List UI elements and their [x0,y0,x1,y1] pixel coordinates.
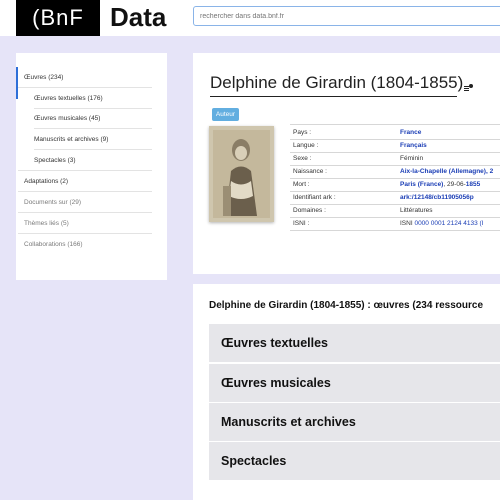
sidebar-item-manuscrits[interactable]: Manuscrits et archives (9) [34,136,152,143]
info-table-bottom-border [290,230,500,231]
top-bar: (BnF Data [0,0,500,36]
info-value-link[interactable]: France [400,129,421,136]
sidebar: Œuvres (234) Œuvres textuelles (176) Œuv… [16,53,167,280]
isni-link[interactable]: 0000 0001 2124 4133 (I [414,220,483,227]
death-year-link[interactable]: 1855 [466,181,480,188]
sidebar-divider [34,128,152,129]
sidebar-divider [18,191,152,192]
sidebar-item-oeuvres-textuelles[interactable]: Œuvres textuelles (176) [34,95,152,102]
info-value: ISNI 0000 0001 2124 4133 (I [400,220,484,227]
bnf-logo-text: (BnF [32,5,84,30]
info-label: Pays : [293,129,312,136]
sidebar-divider [34,108,152,109]
info-label: Sexe : [293,155,312,162]
list-icon[interactable] [464,78,474,98]
info-value-link[interactable]: Aix-la-Chapelle (Allemagne), 2 [400,168,493,175]
info-table-top-border [290,124,500,125]
accordion-oeuvres-musicales[interactable]: Œuvres musicales [209,364,500,402]
info-row-isni: ISNI : ISNI 0000 0001 2124 4133 (I [290,217,500,230]
isni-prefix: ISNI [400,220,415,227]
info-row-ark: Identifiant ark : ark:/12148/cb11905056p [290,191,500,204]
sidebar-item-themes-lies[interactable]: Thèmes liés (5) [24,220,160,227]
info-row-langue: Langue : Français [290,139,500,152]
sidebar-divider [34,149,152,150]
sidebar-item-spectacles[interactable]: Spectacles (3) [34,157,152,164]
sidebar-divider [18,87,152,88]
sidebar-divider [18,233,152,234]
accordion-manuscrits-archives[interactable]: Manuscrits et archives [209,403,500,441]
info-value: Littératures [400,207,433,214]
sidebar-item-documents-sur[interactable]: Documents sur (29) [24,199,160,206]
info-row-domaines: Domaines : Littératures [290,204,500,217]
sidebar-divider [18,170,152,171]
info-label: Domaines : [293,207,326,214]
search-input[interactable] [193,6,500,26]
accordion-oeuvres-textuelles[interactable]: Œuvres textuelles [209,324,500,362]
info-value: Féminin [400,155,424,162]
author-name: Delphine de Girardin (1804-1855) [210,73,464,92]
info-row-naissance: Naissance : Aix-la-Chapelle (Allemagne),… [290,165,500,178]
info-label: Mort : [293,181,310,188]
works-card: Delphine de Girardin (1804-1855) : œuvre… [193,284,500,500]
author-badge[interactable]: Auteur [212,108,239,121]
info-label: Langue : [293,142,319,149]
info-value-link[interactable]: ark:/12148/cb11905056p [400,194,474,201]
author-card: Delphine de Girardin (1804-1855) Auteur … [193,53,500,274]
accordion-spectacles[interactable]: Spectacles [209,442,500,480]
info-label: Identifiant ark : [293,194,336,201]
author-portrait[interactable] [209,126,274,222]
bnf-logo[interactable]: (BnF [16,0,100,36]
sidebar-divider [18,212,152,213]
page-title: Delphine de Girardin (1804-1855) [210,73,474,98]
info-row-pays: Pays : France [290,126,500,139]
sidebar-item-adaptations[interactable]: Adaptations (2) [24,178,160,185]
info-row-mort: Mort : Paris (France), 29-06-1855 [290,178,500,191]
info-value: Paris (France), 29-06-1855 [400,181,480,188]
works-heading: Delphine de Girardin (1804-1855) : œuvre… [209,300,483,311]
active-indicator [16,67,18,99]
info-value-link[interactable]: Français [400,142,427,149]
info-label: Naissance : [293,168,327,175]
death-place-link[interactable]: Paris (France) [400,181,443,188]
data-logo-text[interactable]: Data [110,2,166,33]
title-underline [210,96,457,97]
sidebar-item-oeuvres-musicales[interactable]: Œuvres musicales (45) [34,115,152,122]
death-date-text: , 29-06- [443,181,466,188]
info-row-sexe: Sexe : Féminin [290,152,500,165]
sidebar-item-collaborations[interactable]: Collaborations (166) [24,241,160,248]
sidebar-item-oeuvres[interactable]: Œuvres (234) [24,74,160,81]
info-label: ISNI : [293,220,310,227]
